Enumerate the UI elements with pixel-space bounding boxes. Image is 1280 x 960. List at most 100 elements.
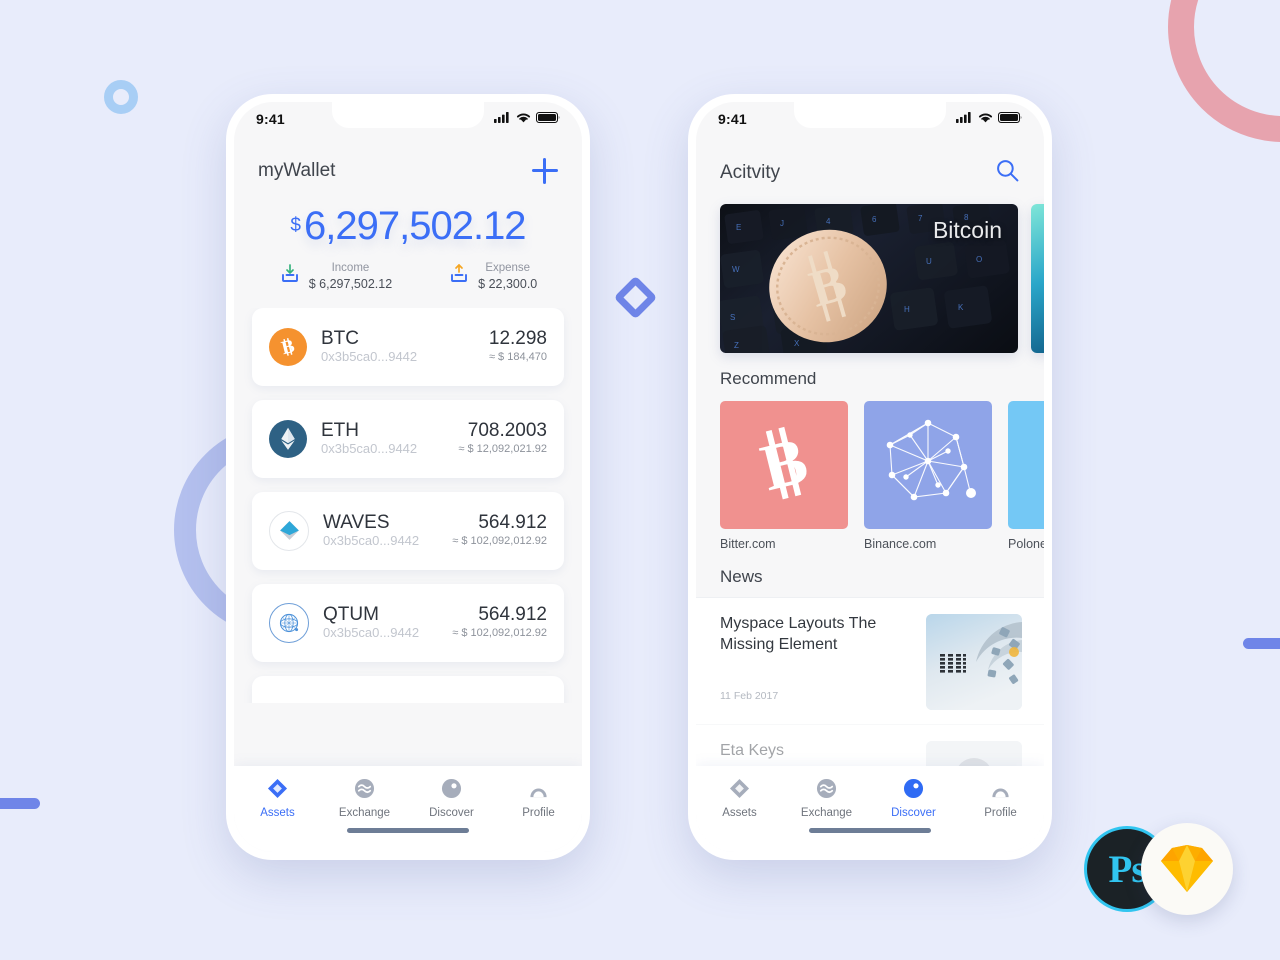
status-bar: 9:41 — [696, 102, 1044, 136]
bottom-tab-bar: Assets Exchange Discover Profile — [696, 766, 1044, 852]
list-item[interactable]: B BTC 0x3b5ca0...9442 12.298 ≈ $ 184,470 — [252, 307, 564, 386]
add-wallet-button[interactable] — [532, 158, 558, 184]
blue-bar-left-icon — [0, 798, 40, 809]
asset-name-block: QTUM 0x3b5ca0...9442 — [323, 604, 452, 642]
balance-line: $ 6,297,502.12 — [290, 206, 526, 246]
cellular-signal-icon — [494, 110, 511, 128]
tab-label: Assets — [722, 807, 757, 819]
search-button[interactable] — [995, 158, 1020, 188]
bottom-tab-bar: Assets Exchange Discover Profile — [234, 766, 582, 852]
income-label: Income — [331, 262, 370, 274]
tab-exchange[interactable]: Exchange — [321, 777, 408, 821]
income-arrow-down-icon — [279, 263, 301, 290]
discover-content: EJ4 678 WEU OSF2 HKZ X B — [696, 188, 1044, 852]
list-item-partial[interactable] — [252, 675, 564, 703]
news-text-block: Myspace Layouts The Missing Element 11 F… — [720, 614, 926, 702]
tab-label: Discover — [429, 807, 474, 819]
battery-icon — [536, 110, 560, 128]
exchange-wave-icon — [354, 777, 376, 799]
list-item[interactable]: Myspace Layouts The Missing Element 11 F… — [696, 597, 1044, 724]
recommend-heading: Recommend — [720, 369, 817, 388]
assets-diamond-icon — [729, 777, 751, 799]
search-icon — [995, 160, 1020, 187]
recommend-label: Polone — [1008, 537, 1044, 551]
asset-fiat-value: ≈ $ 12,092,021.92 — [458, 442, 547, 455]
income-text: Income $ 6,297,502.12 — [309, 261, 392, 292]
assets-diamond-icon — [267, 777, 289, 799]
svg-text:S: S — [730, 313, 735, 322]
cellular-signal-icon — [956, 110, 973, 128]
status-time: 9:41 — [718, 111, 747, 127]
asset-list[interactable]: B BTC 0x3b5ca0...9442 12.298 ≈ $ 184,470 — [234, 307, 582, 703]
discover-screen: 9:41 Acitvity E J 4 6 7 8 W U O S H K Z … — [696, 102, 1044, 852]
asset-value-block: 564.912 ≈ $ 102,092,012.92 — [452, 604, 547, 641]
tab-discover[interactable]: Discover — [408, 777, 495, 821]
svg-text:E: E — [736, 223, 741, 232]
asset-address: 0x3b5ca0...9442 — [321, 440, 418, 456]
tab-assets[interactable]: Assets — [696, 777, 783, 821]
battery-icon — [998, 110, 1022, 128]
asset-symbol: WAVES — [323, 511, 390, 533]
discover-compass-icon — [903, 777, 925, 799]
recommend-item-poloniex[interactable]: Polone — [1008, 401, 1044, 551]
expense-summary[interactable]: Expense $ 22,300.0 — [448, 261, 537, 292]
asset-value-block: 12.298 ≈ $ 184,470 — [489, 328, 547, 365]
profile-person-icon — [528, 777, 550, 799]
pink-arc-icon — [1168, 0, 1280, 142]
recommend-tile: B — [720, 401, 848, 529]
asset-name-block: ETH 0x3b5ca0...9442 — [321, 420, 458, 458]
asset-address: 0x3b5ca0...9442 — [323, 624, 420, 640]
eth-coin-icon — [269, 419, 307, 458]
bitcoin-b-icon: B — [748, 423, 820, 507]
list-item[interactable]: WAVES 0x3b5ca0...9442 564.912 ≈ $ 102,09… — [252, 491, 564, 570]
recommend-item-bitter[interactable]: B Bitter.com — [720, 401, 848, 551]
banner-carousel[interactable]: EJ4 678 WEU OSF2 HKZ X B — [696, 188, 1044, 353]
recommend-label: Bitter.com — [720, 537, 776, 551]
status-bar: 9:41 — [234, 102, 582, 136]
income-summary[interactable]: Income $ 6,297,502.12 — [279, 261, 392, 292]
recommend-item-binance[interactable]: Binance.com — [864, 401, 992, 551]
home-indicator — [809, 828, 931, 833]
asset-fiat-value: ≈ $ 184,470 — [488, 350, 547, 363]
sketch-logo-icon — [1141, 823, 1233, 915]
expense-value: $ 22,300.0 — [478, 276, 538, 291]
discover-compass-icon — [441, 777, 463, 799]
phone-mockup-discover: 9:41 Acitvity E J 4 6 7 8 W U O S H K Z … — [688, 94, 1052, 860]
phone-mockup-assets: 9:41 myWallet $ 6,297,502.12 Income $ 6,… — [226, 94, 590, 860]
banner-teal-next[interactable] — [1031, 204, 1044, 353]
assets-nav-row: myWallet — [234, 136, 582, 184]
qtum-coin-icon — [269, 602, 309, 643]
tab-label: Assets — [260, 807, 295, 819]
banner-bitcoin-keyboard[interactable]: EJ4 678 WEU OSF2 HKZ X B — [720, 204, 1018, 353]
tab-exchange[interactable]: Exchange — [783, 777, 870, 821]
tab-profile[interactable]: Profile — [495, 777, 582, 821]
income-value: $ 6,297,502.12 — [308, 276, 393, 291]
discover-nav-row: Acitvity — [696, 136, 1044, 188]
recommend-list[interactable]: B Bitter.com Binance.com Polone — [696, 389, 1044, 551]
tab-assets[interactable]: Assets — [234, 777, 321, 821]
network-graph-icon — [876, 411, 980, 520]
home-indicator — [347, 828, 469, 833]
btc-coin-icon: B — [269, 327, 307, 366]
svg-text:4: 4 — [826, 217, 831, 226]
news-title: Eta Keys — [720, 742, 785, 759]
list-item[interactable]: ETH 0x3b5ca0...9442 708.2003 ≈ $ 12,092,… — [252, 399, 564, 478]
balance-currency: $ — [290, 215, 301, 236]
svg-text:6: 6 — [872, 215, 877, 224]
status-time: 9:41 — [256, 111, 285, 127]
news-title: Myspace Layouts The Missing Element — [720, 615, 877, 653]
list-item[interactable]: QTUM 0x3b5ca0...9442 564.912 ≈ $ 102,092… — [252, 583, 564, 662]
asset-symbol: ETH — [321, 419, 359, 441]
background-decoration-layer — [0, 0, 1280, 960]
svg-text:U: U — [926, 257, 932, 266]
asset-fiat-value: ≈ $ 102,092,012.92 — [452, 534, 547, 547]
status-icons — [494, 110, 560, 128]
tab-discover[interactable]: Discover — [870, 777, 957, 821]
assets-screen: 9:41 myWallet $ 6,297,502.12 Income $ 6,… — [234, 102, 582, 852]
tab-profile[interactable]: Profile — [957, 777, 1044, 821]
income-expense-row: Income $ 6,297,502.12 Expense $ 22,300.0 — [234, 261, 582, 292]
small-blue-ring-icon — [104, 80, 138, 114]
tab-list: Assets Exchange Discover Profile — [234, 766, 582, 821]
page-title: myWallet — [258, 160, 336, 181]
expense-text: Expense $ 22,300.0 — [478, 261, 537, 292]
